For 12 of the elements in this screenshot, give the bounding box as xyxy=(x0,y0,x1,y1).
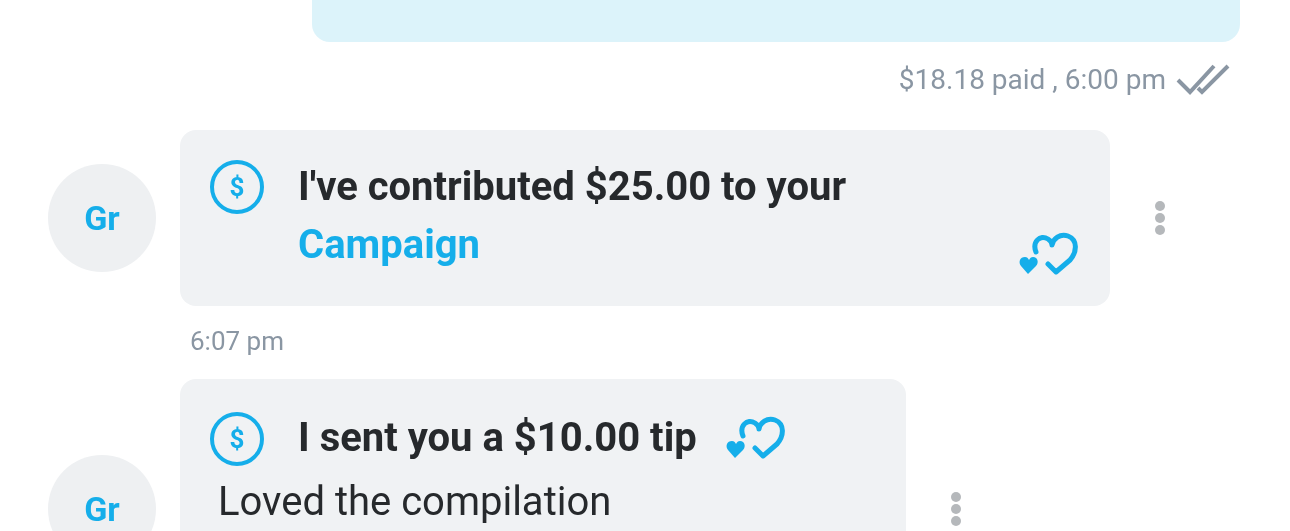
message-text: I've contributed $25.00 to your xyxy=(298,162,848,212)
more-icon[interactable] xyxy=(950,491,962,527)
message-time: 6:07 pm xyxy=(190,326,285,358)
avatar[interactable]: Gr xyxy=(48,164,156,272)
campaign-link[interactable]: Campaign xyxy=(298,216,480,274)
dollar-icon: $ xyxy=(210,412,264,466)
more-icon[interactable] xyxy=(1154,200,1166,236)
dollar-icon: $ xyxy=(210,160,264,214)
message-text: I sent you a $10.00 tip xyxy=(298,413,697,463)
avatar[interactable]: Gr xyxy=(48,455,156,531)
message-meta: $18.18 paid , 6:00 pm xyxy=(898,62,1166,96)
message-caption: Loved the compilation xyxy=(218,477,613,527)
